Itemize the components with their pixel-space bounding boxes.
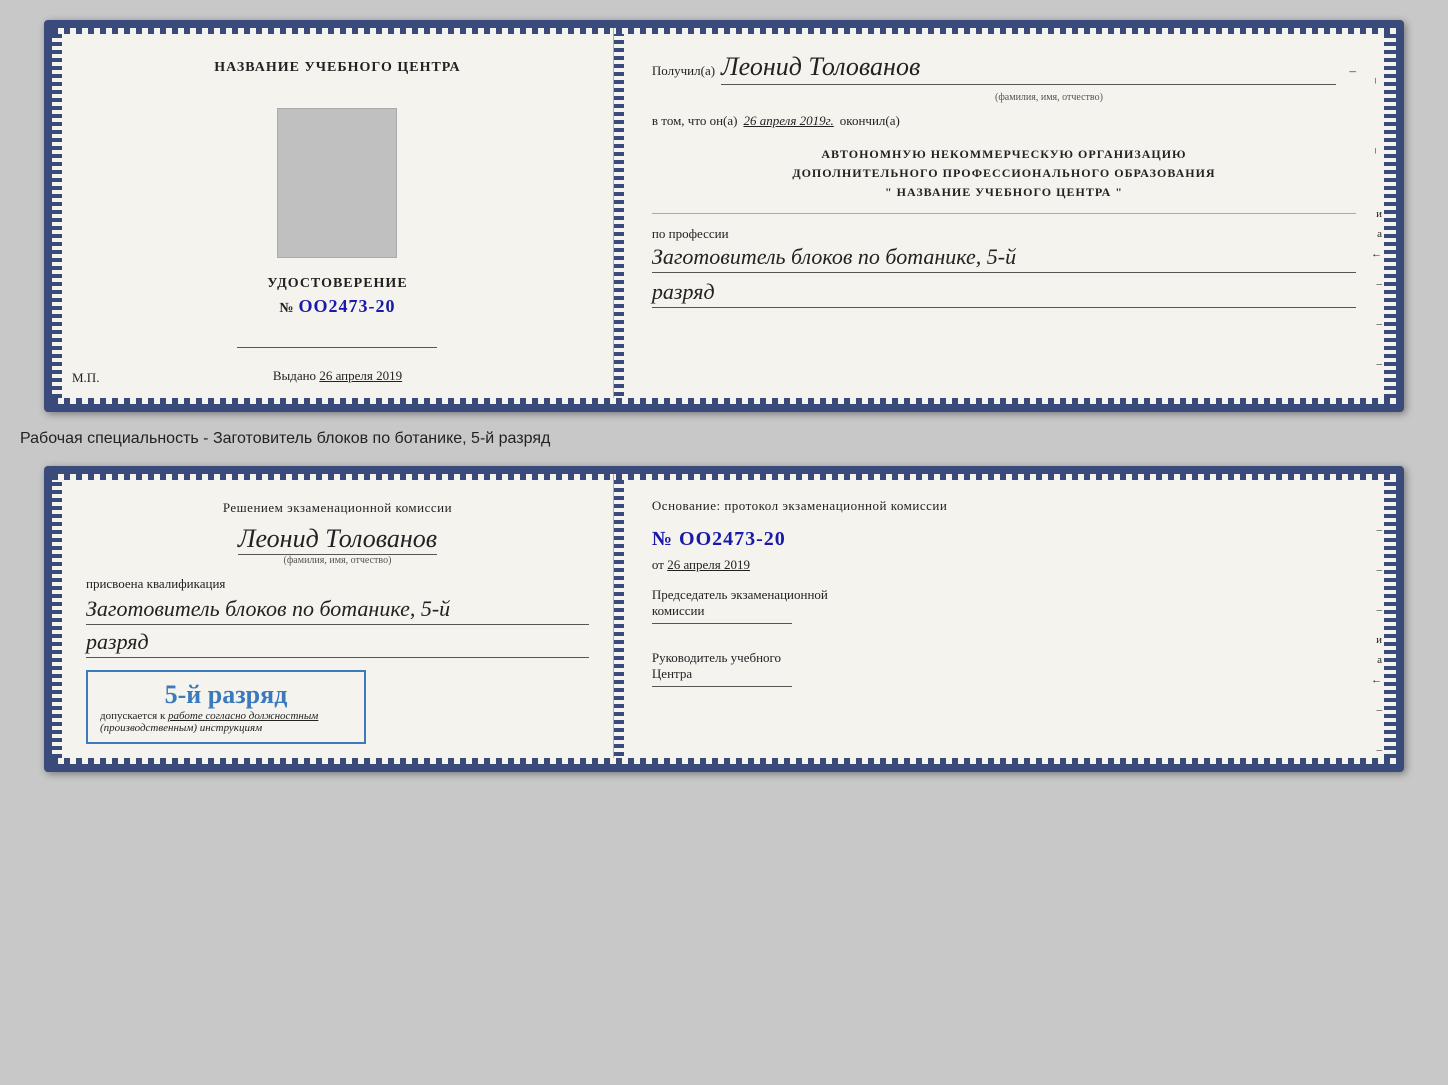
v-label-i: и [1376,208,1382,220]
recipient-name-bottom: Леонид Толованов [238,524,437,555]
bottom-document-card: Решением экзаменационной комиссии Леонид… [44,466,1404,772]
rukovoditel-block: Руководитель учебного Центра [652,650,1356,687]
dash-top: – [1350,63,1357,79]
protocol-number-value: OO2473-20 [679,528,786,550]
predsedatel-line2: комиссии [652,603,1356,619]
v-label-i-top: – [1370,78,1382,84]
top-card-right: Получил(а) Леонид Толованов – (фамилия, … [624,28,1396,404]
issued-date: 26 апреля 2019 [319,368,402,383]
issued-block: Выдано 26 апреля 2019 [273,368,402,384]
mp-label: М.П. [72,370,99,386]
v-label-dash4: – [1377,358,1383,370]
certificate-number: OO2473-20 [299,296,396,316]
v-label-dash3: – [1377,318,1383,330]
rukovoditel-line2: Центра [652,666,1356,682]
top-document-card: НАЗВАНИЕ УЧЕБНОГО ЦЕНТРА УДОСТОВЕРЕНИЕ №… [44,20,1404,412]
v-label-dash-b2: – [1377,564,1383,576]
org-block: АВТОНОМНУЮ НЕКОММЕРЧЕСКУЮ ОРГАНИЗАЦИЮ ДО… [652,145,1356,203]
right-stripe-top [1384,34,1396,398]
dopusk-block: допускается к работе согласно должностны… [100,710,352,734]
left-stripe [52,34,62,398]
predsedatel-sig-line [652,623,792,624]
qualification-bottom: Заготовитель блоков по ботанике, 5-й [86,596,589,625]
issued-label: Выдано [273,368,316,383]
ot-date-block: от 26 апреля 2019 [652,557,1356,573]
completion-date: 26 апреля 2019г. [743,113,833,129]
org-line1: АВТОНОМНУЮ НЕКОММЕРЧЕСКУЮ ОРГАНИЗАЦИЮ [652,145,1356,164]
left-stripe-bottom [52,480,62,758]
photo-placeholder [277,108,397,258]
rukovoditel-line1: Руководитель учебного [652,650,1356,666]
predsedatel-line1: Председатель экзаменационной [652,587,1356,603]
signature-line-left [237,347,437,348]
org-line2: ДОПОЛНИТЕЛЬНОГО ПРОФЕССИОНАЛЬНОГО ОБРАЗО… [652,164,1356,183]
ot-prefix: от [652,557,664,572]
dopusk-text: работе согласно должностным [168,710,318,722]
certificate-block: УДОСТОВЕРЕНИЕ № OO2473-20 [267,276,407,317]
v-label-arrow: ← [1371,248,1382,260]
v-label-dash2: – [1377,278,1383,290]
recipient-line: Получил(а) Леонид Толованов – [652,52,1356,85]
resheniem-label: Решением экзаменационной комиссии [223,500,452,516]
predsedatel-block: Председатель экзаменационной комиссии [652,587,1356,624]
prisvoena-label: присвоена квалификация [86,576,225,592]
rukovoditel-sig-line [652,686,792,687]
protocol-number-prefix: № [652,528,673,550]
stamp-box: 5-й разряд допускается к работе согласно… [86,670,366,744]
protocol-number: № OO2473-20 [652,528,1356,551]
v-label-dash-b4: – [1377,704,1383,716]
specialty-text: Рабочая специальность - Заготовитель бло… [20,430,550,448]
top-card-left: НАЗВАНИЕ УЧЕБНОГО ЦЕНТРА УДОСТОВЕРЕНИЕ №… [52,28,614,404]
osnovanie-text: Основание: протокол экзаменационной коми… [652,498,1356,514]
center-divider-bottom [614,474,624,764]
org-underline [652,213,1356,214]
v-label-i-b: и [1376,634,1382,646]
org-line3: " НАЗВАНИЕ УЧЕБНОГО ЦЕНТРА " [652,183,1356,202]
v-label-dash-b1: – [1377,524,1383,536]
name-sublabel-bottom: (фамилия, имя, отчество) [238,555,437,566]
okончил-label: окончил(а) [840,113,900,129]
v-label-a: а [1377,228,1382,240]
v-label-arrow-b: ← [1371,674,1382,686]
v-tom-line: в том, что он(а) 26 апреля 2019г. окончи… [652,113,1356,129]
center-divider [614,28,624,404]
certificate-label: УДОСТОВЕРЕНИЕ [267,276,407,292]
name-sublabel-top: (фамилия, имя, отчество) [742,87,1356,105]
v-label-dash1: – [1370,148,1382,154]
dopusk-prefix: допускается к [100,710,165,722]
ot-date-value: 26 апреля 2019 [667,557,750,572]
school-name-top: НАЗВАНИЕ УЧЕБНОГО ЦЕНТРА [214,58,460,78]
v-label-dash-b3: – [1377,604,1383,616]
bottom-card-right: Основание: протокол экзаменационной коми… [624,474,1396,764]
dopusk-text2: (производственным) инструкциям [100,722,262,734]
bottom-card-left: Решением экзаменационной комиссии Леонид… [52,474,614,764]
po-professii-label: по профессии [652,226,1356,242]
recipient-bottom-block: Леонид Толованов (фамилия, имя, отчество… [238,524,437,566]
v-label-dash-b5: – [1377,744,1383,756]
poluchil-label: Получил(а) [652,63,715,79]
number-prefix: № [279,301,294,316]
v-label-a-b: а [1377,654,1382,666]
right-stripe-bottom [1384,480,1396,758]
razryad-bottom: разряд [86,629,589,658]
v-tom-prefix: в том, что он(а) [652,113,738,129]
razryad-top: разряд [652,279,1356,308]
stamp-rank-text: 5-й разряд [100,680,352,710]
profession-top: Заготовитель блоков по ботанике, 5-й [652,244,1356,273]
recipient-name-top: Леонид Толованов [721,52,1335,85]
